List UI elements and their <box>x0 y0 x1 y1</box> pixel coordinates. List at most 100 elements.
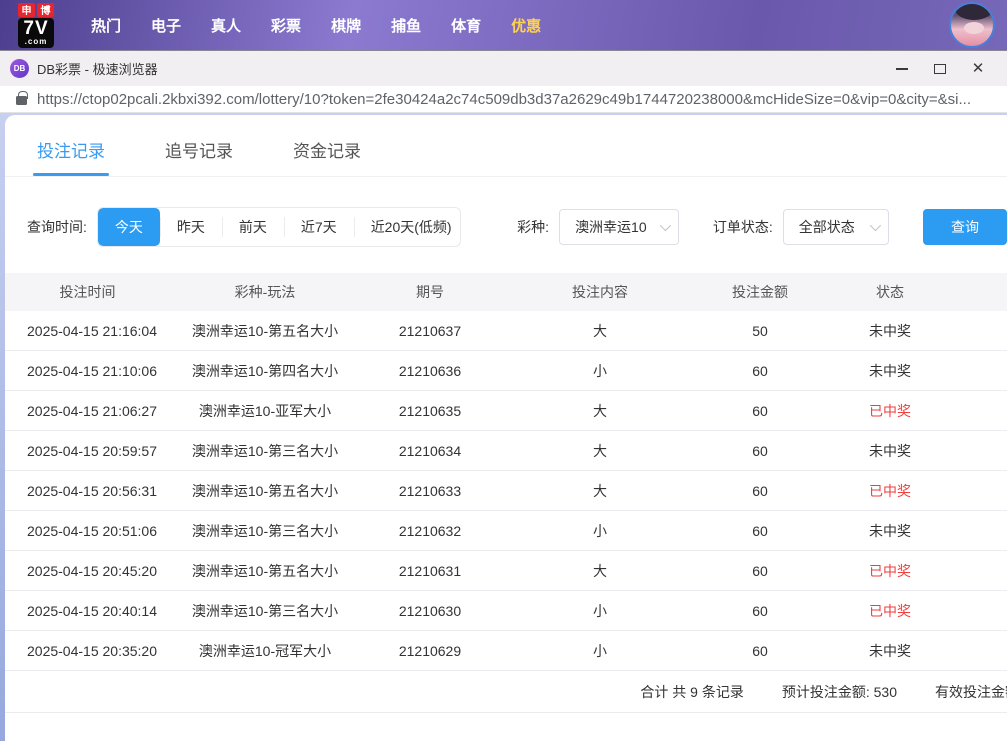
nav-menu: 热门电子真人彩票棋牌捕鱼体育优惠 <box>76 7 556 44</box>
bet-content-cell: 大 <box>500 441 700 461</box>
window-controls: ✕ <box>883 54 997 84</box>
maximize-button[interactable] <box>921 54 959 84</box>
record-tabs: 投注记录 追号记录 资金记录 <box>5 115 1007 177</box>
status-badge: 已中奖 <box>820 481 960 501</box>
bet-content-cell: 大 <box>500 561 700 581</box>
game-play-cell: 澳洲幸运10-第三名大小 <box>170 601 360 621</box>
table-header-cell: 投注内容 <box>500 282 700 302</box>
site-logo[interactable]: 申 博 7V .com <box>18 3 54 48</box>
time-filter-label: 查询时间: <box>27 217 87 237</box>
time-filter-group: 今天昨天前天近7天近20天(低频) <box>97 207 461 247</box>
lottery-select[interactable]: 澳洲幸运10 <box>559 209 679 245</box>
bet-amount-cell: 60 <box>700 643 820 659</box>
bet-content-cell: 小 <box>500 641 700 661</box>
bet-records-table: 投注时间彩种-玩法期号投注内容投注金额状态 2025-04-15 21:16:0… <box>5 273 1007 713</box>
table-header-cell: 投注时间 <box>5 282 170 302</box>
table-header-row: 投注时间彩种-玩法期号投注内容投注金额状态 <box>5 273 1007 311</box>
status-badge: 已中奖 <box>820 601 960 621</box>
game-play-cell: 澳洲幸运10-第五名大小 <box>170 481 360 501</box>
table-header-cell: 投注金额 <box>700 282 820 302</box>
tab[interactable]: 投注记录 <box>33 131 109 176</box>
bet-time-cell: 2025-04-15 20:40:14 <box>5 603 170 619</box>
time-filter-option[interactable]: 前天 <box>222 208 284 246</box>
game-play-cell: 澳洲幸运10-第五名大小 <box>170 321 360 341</box>
bet-content-cell: 大 <box>500 321 700 341</box>
top-nav: 申 博 7V .com 热门电子真人彩票棋牌捕鱼体育优惠 <box>0 0 1007 50</box>
game-play-cell: 澳洲幸运10-第三名大小 <box>170 521 360 541</box>
status-filter-label: 订单状态: <box>713 217 773 237</box>
order-status-select[interactable]: 全部状态 <box>783 209 889 245</box>
footer-summary-item: 预计投注金额: 530 <box>782 682 897 702</box>
bet-content-cell: 大 <box>500 401 700 421</box>
game-play-cell: 澳洲幸运10-第三名大小 <box>170 441 360 461</box>
bet-time-cell: 2025-04-15 20:51:06 <box>5 523 170 539</box>
issue-number-cell: 21210635 <box>360 403 500 419</box>
game-play-cell: 澳洲幸运10-第四名大小 <box>170 361 360 381</box>
game-play-cell: 澳洲幸运10-第五名大小 <box>170 561 360 581</box>
game-play-cell: 澳洲幸运10-冠军大小 <box>170 641 360 661</box>
table-row: 2025-04-15 20:45:20 澳洲幸运10-第五名大小 2121063… <box>5 551 1007 591</box>
bet-time-cell: 2025-04-15 21:10:06 <box>5 363 170 379</box>
bet-amount-cell: 60 <box>700 483 820 499</box>
bet-time-cell: 2025-04-15 21:16:04 <box>5 323 170 339</box>
minimize-icon <box>896 68 908 70</box>
lottery-select-value: 澳洲幸运10 <box>575 217 647 237</box>
table-row: 2025-04-15 20:35:20 澳洲幸运10-冠军大小 21210629… <box>5 631 1007 671</box>
time-filter-option[interactable]: 近7天 <box>284 208 354 246</box>
issue-number-cell: 21210630 <box>360 603 500 619</box>
nav-menu-item[interactable]: 捕鱼 <box>376 7 436 44</box>
lock-icon <box>16 96 27 105</box>
window-title: DB彩票 - 极速浏览器 <box>37 59 158 78</box>
tab[interactable]: 资金记录 <box>289 131 365 176</box>
bet-content-cell: 小 <box>500 601 700 621</box>
filter-bar: 查询时间: 今天昨天前天近7天近20天(低频) 彩种: 澳洲幸运10 订单状态:… <box>5 177 1007 247</box>
bet-amount-cell: 50 <box>700 323 820 339</box>
table-row: 2025-04-15 20:56:31 澳洲幸运10-第五名大小 2121063… <box>5 471 1007 511</box>
footer-summary-item: 合计 共 9 条记录 <box>640 682 743 702</box>
maximize-icon <box>934 64 946 74</box>
nav-menu-item[interactable]: 优惠 <box>496 7 556 44</box>
order-status-value: 全部状态 <box>799 217 855 237</box>
bet-content-cell: 小 <box>500 521 700 541</box>
nav-menu-item[interactable]: 彩票 <box>256 7 316 44</box>
lottery-filter-label: 彩种: <box>517 217 549 237</box>
logo-main-text: 7V <box>23 19 48 38</box>
minimize-button[interactable] <box>883 54 921 84</box>
bet-time-cell: 2025-04-15 21:06:27 <box>5 403 170 419</box>
table-body: 2025-04-15 21:16:04 澳洲幸运10-第五名大小 2121063… <box>5 311 1007 671</box>
status-badge: 未中奖 <box>820 441 960 461</box>
bet-content-cell: 大 <box>500 481 700 501</box>
table-header-cell: 彩种-玩法 <box>170 282 360 302</box>
bet-amount-cell: 60 <box>700 363 820 379</box>
issue-number-cell: 21210634 <box>360 443 500 459</box>
logo-sub-text: .com <box>23 38 48 46</box>
nav-menu-item[interactable]: 电子 <box>136 7 196 44</box>
status-badge: 未中奖 <box>820 321 960 341</box>
nav-menu-item[interactable]: 真人 <box>196 7 256 44</box>
time-filter-option[interactable]: 近20天(低频) <box>354 208 461 246</box>
table-row: 2025-04-15 20:40:14 澳洲幸运10-第三名大小 2121063… <box>5 591 1007 631</box>
status-badge: 未中奖 <box>820 521 960 541</box>
avatar[interactable] <box>949 2 995 48</box>
game-play-cell: 澳洲幸运10-亚军大小 <box>170 401 360 421</box>
bet-amount-cell: 60 <box>700 403 820 419</box>
bet-amount-cell: 60 <box>700 443 820 459</box>
search-button[interactable]: 查询 <box>923 209 1007 245</box>
nav-menu-item[interactable]: 棋牌 <box>316 7 376 44</box>
table-row: 2025-04-15 20:51:06 澳洲幸运10-第三名大小 2121063… <box>5 511 1007 551</box>
tab[interactable]: 追号记录 <box>161 131 237 176</box>
content-panel: 投注记录 追号记录 资金记录 查询时间: 今天昨天前天近7天近20天(低频) 彩种:… <box>5 115 1007 741</box>
table-header-cell: 期号 <box>360 282 500 302</box>
time-filter-option[interactable]: 今天 <box>98 208 160 246</box>
logo-badge-bo: 博 <box>37 3 54 17</box>
bet-amount-cell: 60 <box>700 523 820 539</box>
nav-menu-item[interactable]: 体育 <box>436 7 496 44</box>
status-badge: 未中奖 <box>820 641 960 661</box>
close-button[interactable]: ✕ <box>959 54 997 84</box>
nav-menu-item[interactable]: 热门 <box>76 7 136 44</box>
time-filter-option[interactable]: 昨天 <box>160 208 222 246</box>
url-text[interactable]: https://ctop02pcali.2kbxi392.com/lottery… <box>37 91 971 108</box>
status-badge: 已中奖 <box>820 401 960 421</box>
url-bar[interactable]: https://ctop02pcali.2kbxi392.com/lottery… <box>0 86 1007 113</box>
table-row: 2025-04-15 20:59:57 澳洲幸运10-第三名大小 2121063… <box>5 431 1007 471</box>
